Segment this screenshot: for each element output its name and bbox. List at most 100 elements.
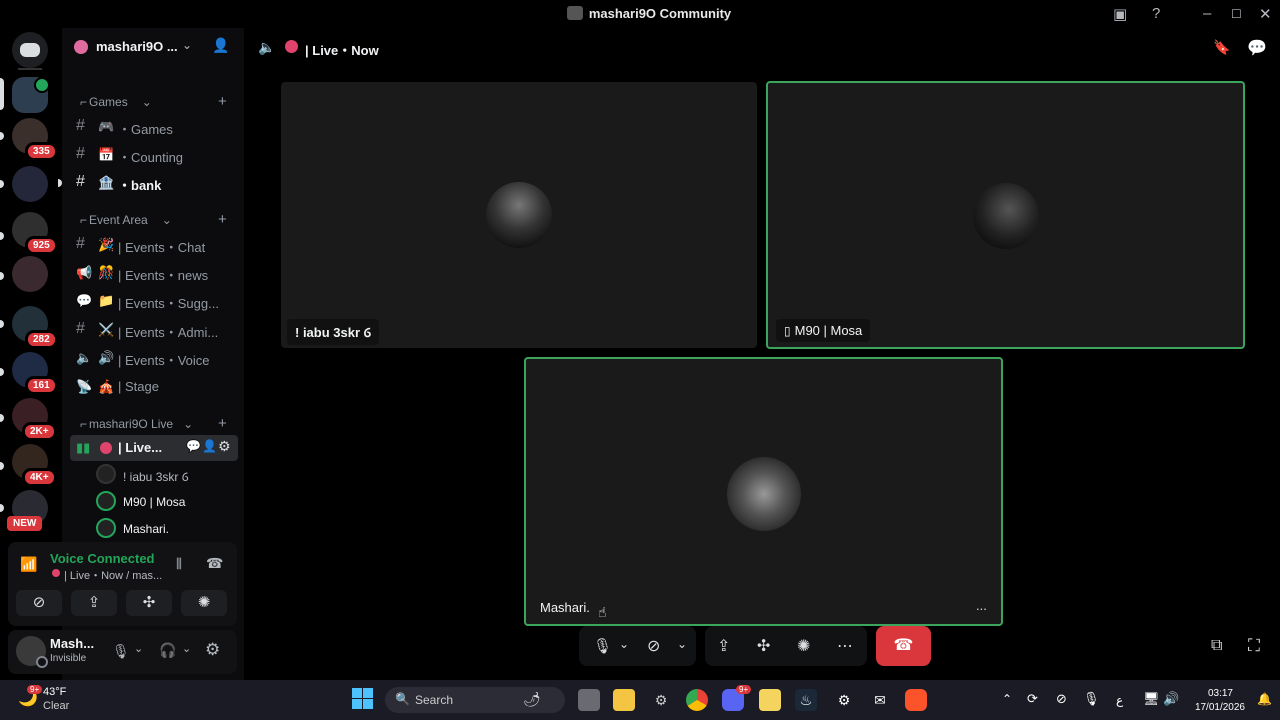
disconnect-icon[interactable]: ☎ (206, 555, 223, 572)
server-folder-2[interactable] (12, 166, 48, 202)
bookmark-icon[interactable]: 🔖 (1213, 39, 1230, 56)
create-channel-icon[interactable]: + (218, 415, 227, 432)
channel-name: ・bank (118, 178, 162, 193)
channel-events-chat[interactable]: # 🎉 | Events・Chat (70, 232, 238, 258)
discord-home-button[interactable] (12, 32, 48, 68)
mention-badge: 282 (25, 330, 58, 349)
leave-call-button[interactable]: ☎ (876, 626, 931, 666)
channel-games[interactable]: # 🎮 ・Games (70, 114, 238, 140)
participant-tile-speaking[interactable]: ▯ M90 | Mosa (766, 81, 1245, 349)
help-icon[interactable]: ? (1152, 5, 1160, 22)
mail-icon[interactable]: ✉ (869, 689, 891, 711)
server-header[interactable]: mashari9O ... ⌄ 👤 (62, 28, 244, 66)
search-highlight-icon: 🌶 (523, 691, 541, 707)
notifications-bell-icon[interactable]: 🔔 (1257, 692, 1272, 706)
channel-emoji: 🎮 (98, 119, 115, 134)
channel-name: | Live... (118, 440, 163, 455)
notes-icon[interactable] (759, 689, 781, 711)
microphone-icon[interactable]: 🎙 (1083, 691, 1100, 707)
taskbar-search[interactable]: 🔍 Search 🌶 (385, 687, 565, 713)
category-event-area[interactable]: ⌐ Event Area ⌄ (80, 213, 172, 227)
invite-icon[interactable]: 👤 (202, 439, 217, 453)
chrome-icon[interactable] (686, 689, 708, 711)
settings-gear-icon[interactable]: ⚙ (218, 438, 231, 455)
chevron-up-icon[interactable]: ⌃ (1002, 692, 1012, 706)
activities-icon[interactable]: ✣ (757, 636, 770, 656)
participant-name-tag: ▯ M90 | Mosa (776, 319, 871, 342)
mobile-icon: ▯ (784, 324, 791, 338)
voice-channel-icon: 🔈 (76, 350, 93, 365)
app-icon[interactable]: ⚙ (650, 689, 672, 711)
clock-time[interactable]: 03:17 (1183, 688, 1233, 699)
mention-badge: 2K+ (22, 422, 57, 441)
participant-tile[interactable]: ! iabu 3skr ⳓ (281, 82, 757, 348)
settings-icon[interactable]: ⚙ (833, 689, 855, 711)
channel-bank[interactable]: # 🏦 ・bank (70, 170, 238, 196)
sync-icon[interactable]: ⟳ (1027, 691, 1038, 707)
task-view-icon[interactable] (578, 689, 600, 711)
channel-events-admin[interactable]: # ⚔️ | Events・Admi... (70, 317, 238, 343)
noise-suppression-icon[interactable]: ⫼ (176, 556, 182, 572)
channel-events-suggestions[interactable]: 💬 📁 | Events・Sugg... (70, 288, 238, 314)
camera-off-icon[interactable]: ⊘ (647, 636, 660, 656)
brave-icon[interactable] (905, 689, 927, 711)
fullscreen-icon[interactable]: ⛶ (1248, 636, 1260, 656)
user-name[interactable]: Mash... (50, 636, 94, 651)
language-indicator[interactable]: ع (1116, 693, 1123, 707)
microphone-icon[interactable]: 🎙 (593, 637, 612, 655)
create-channel-icon[interactable]: + (218, 211, 227, 228)
connection-signal-icon[interactable]: 📶 (20, 556, 37, 573)
avatar (96, 464, 116, 484)
category-live[interactable]: ⌐ mashari9O Live ⌄ (80, 417, 193, 431)
channel-events-news[interactable]: 📢 🎊 | Events・news (70, 260, 238, 286)
soundboard-button[interactable]: ✺ (181, 590, 227, 616)
text-channel-icon: # (76, 173, 85, 190)
pop-out-icon[interactable]: ⧉ (1211, 637, 1222, 655)
start-button[interactable] (352, 688, 374, 710)
server-folder-4[interactable] (12, 256, 48, 292)
channel-counting[interactable]: # 📅 ・Counting (70, 142, 238, 168)
weather-temp[interactable]: 43°F (43, 686, 66, 698)
new-badge: NEW (7, 516, 43, 531)
clock-date[interactable]: 17/01/2026 (1183, 702, 1245, 713)
channel-live-now[interactable]: ▮▮ | Live... 💬 👤 ⚙ (70, 435, 238, 461)
wifi-icon[interactable]: 🖥 (1143, 691, 1160, 707)
chevron-down-icon[interactable]: ⌄ (677, 637, 687, 651)
channel-stage[interactable]: 📡 🎪 | Stage (70, 374, 238, 400)
file-explorer-icon[interactable] (613, 689, 635, 711)
volume-icon[interactable]: 🔊 (1163, 691, 1179, 707)
screen-share-icon[interactable]: ⇪ (717, 636, 730, 656)
inbox-icon[interactable]: ▣ (1113, 5, 1127, 23)
headphones-icon[interactable]: 🎧 (159, 642, 176, 659)
maximize-button[interactable]: ☐ (1231, 7, 1242, 21)
chevron-down-icon[interactable]: ⌄ (182, 642, 191, 655)
more-options-icon[interactable]: ... (976, 598, 987, 613)
user-settings-gear-icon[interactable]: ⚙ (205, 640, 220, 660)
voice-channel-path[interactable]: | Live・Now / mas... (64, 567, 164, 583)
camera-button[interactable]: ⊘ (16, 590, 62, 616)
microphone-icon[interactable]: 🎙 (112, 643, 130, 660)
weather-badge: 9+ (27, 685, 43, 694)
invite-people-icon[interactable]: 👤 (212, 37, 229, 54)
show-chat-icon[interactable]: 💬 (1247, 38, 1267, 58)
channel-events-voice[interactable]: 🔈 🔊 | Events・Voice (70, 345, 238, 371)
create-channel-icon[interactable]: + (218, 93, 227, 110)
steam-icon[interactable]: ♨ (795, 689, 817, 711)
chevron-down-icon[interactable]: ⌄ (134, 642, 143, 655)
more-icon[interactable]: ⋯ (837, 636, 853, 656)
open-chat-icon[interactable]: 💬 (186, 439, 201, 453)
voice-status[interactable]: Voice Connected (50, 551, 155, 566)
category-games[interactable]: ⌐ Games ⌄ (80, 95, 152, 109)
voice-user-name: ! iabu 3skr ⳓ (123, 470, 189, 484)
minimize-button[interactable]: – (1203, 5, 1211, 22)
chevron-down-icon[interactable]: ⌄ (619, 637, 629, 651)
selected-server-pill (0, 78, 4, 110)
soundboard-icon[interactable]: ✺ (797, 636, 810, 656)
participant-tile-self[interactable]: Mashari. ... (524, 357, 1003, 626)
network-icon[interactable]: ⊘ (1056, 691, 1067, 707)
close-button[interactable]: ✕ (1259, 5, 1272, 23)
share-screen-button[interactable]: ⇪ (71, 590, 117, 616)
weather-desc: Clear (43, 700, 70, 712)
user-panel: Mash... Invisible 🎙 ⌄ 🎧 ⌄ ⚙ (8, 630, 237, 674)
activities-button[interactable]: ✣ (126, 590, 172, 616)
